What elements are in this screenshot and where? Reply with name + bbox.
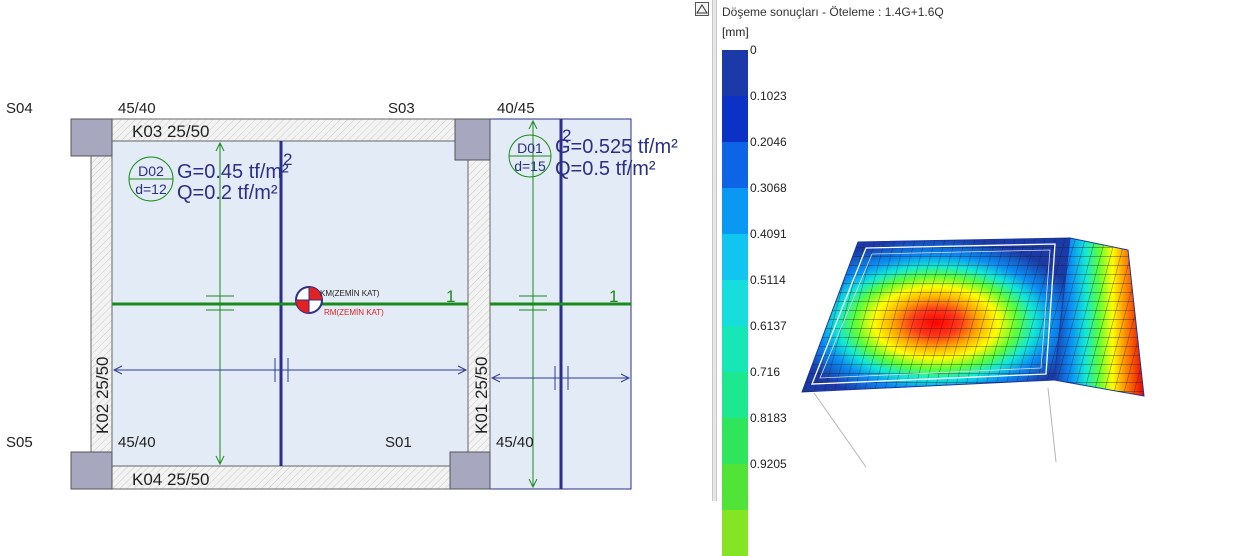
column-label-s01: S01 — [385, 434, 412, 451]
legend-color-band — [722, 188, 748, 234]
legend-tick-label: 0.2046 — [750, 135, 787, 149]
slab-plan-view[interactable]: S04 S03 S05 S01 45/40 40/45 45/40 45/40 … — [0, 0, 712, 501]
legend-tick-label: 0 — [750, 43, 757, 57]
slab-d01-thickness: d=15 — [514, 158, 546, 174]
legend-color-band — [722, 326, 748, 372]
mass-center-label: KM(ZEMİN KAT) — [320, 289, 380, 298]
legend-tick-label: 0.1023 — [750, 89, 787, 103]
slab-d02-id: D02 — [138, 163, 164, 179]
slab-d01-dead-load: G=0.525 tf/m² — [555, 136, 678, 158]
slab-d02-direction-label: 2 — [283, 150, 292, 169]
beam-label-k03: K03 25/50 — [132, 122, 210, 141]
displacement-color-legend — [722, 50, 748, 556]
slab-d01-direction-label: 2 — [562, 126, 571, 145]
column-label-s05: S05 — [6, 434, 33, 451]
slab-d02-tag[interactable]: D02 d=12 — [128, 156, 174, 202]
legend-unit: [mm] — [722, 25, 749, 39]
column-size-bottom-right: 45/40 — [496, 434, 534, 451]
slab-d01-live-load: Q=0.5 tf/m² — [555, 158, 656, 180]
slab-d02-dead-load: G=0.45 tf/m² — [177, 161, 289, 183]
column-s01[interactable] — [449, 451, 491, 490]
support-line-left — [813, 392, 867, 468]
legend-color-band — [722, 142, 748, 188]
column-size-bottom-left: 45/40 — [118, 434, 156, 451]
legend-color-band — [722, 464, 748, 510]
column-s05[interactable] — [70, 451, 113, 490]
column-size-top-left: 45/40 — [118, 100, 156, 117]
beam-label-k02: K02 25/50 — [93, 356, 112, 434]
collapse-panel-button[interactable] — [695, 2, 709, 16]
column-s04[interactable] — [70, 118, 113, 157]
beam-label-k01: K01 25/50 — [472, 356, 491, 434]
results-title: Döşeme sonuçları - Öteleme : 1.4G+1.6Q — [722, 5, 944, 19]
slab-d01-tag[interactable]: D01 d=15 — [508, 134, 552, 178]
slab-displacement-3d-view[interactable] — [780, 220, 1180, 480]
legend-tick-label: 0.716 — [750, 365, 781, 379]
column-s03[interactable] — [454, 118, 491, 161]
axis-1-right-label: 1 — [609, 287, 618, 306]
rigidity-center-label: RM(ZEMİN KAT) — [324, 308, 384, 317]
legend-tick-label: 0.3068 — [750, 181, 787, 195]
slab-d01-id: D01 — [517, 140, 543, 156]
legend-color-band — [722, 372, 748, 418]
legend-color-band — [722, 96, 748, 142]
axis-1-left-label: 1 — [446, 287, 455, 306]
panel-splitter[interactable] — [712, 0, 717, 501]
slab-d01-mesh — [1054, 238, 1144, 396]
column-label-s03: S03 — [388, 100, 415, 117]
legend-color-band — [722, 280, 748, 326]
legend-color-band — [722, 510, 748, 556]
beam-label-k04: K04 25/50 — [132, 470, 210, 489]
triangle-up-icon — [696, 4, 708, 14]
mass-rigidity-center-icon[interactable] — [295, 286, 323, 314]
column-size-top-right: 40/45 — [497, 100, 535, 117]
slab-d02-live-load: Q=0.2 tf/m² — [177, 182, 278, 204]
column-label-s04: S04 — [6, 100, 33, 117]
legend-color-band — [722, 50, 748, 96]
legend-color-band — [722, 234, 748, 280]
support-line-right — [1047, 387, 1057, 463]
legend-color-band — [722, 418, 748, 464]
slab-d02-thickness: d=12 — [135, 181, 167, 197]
